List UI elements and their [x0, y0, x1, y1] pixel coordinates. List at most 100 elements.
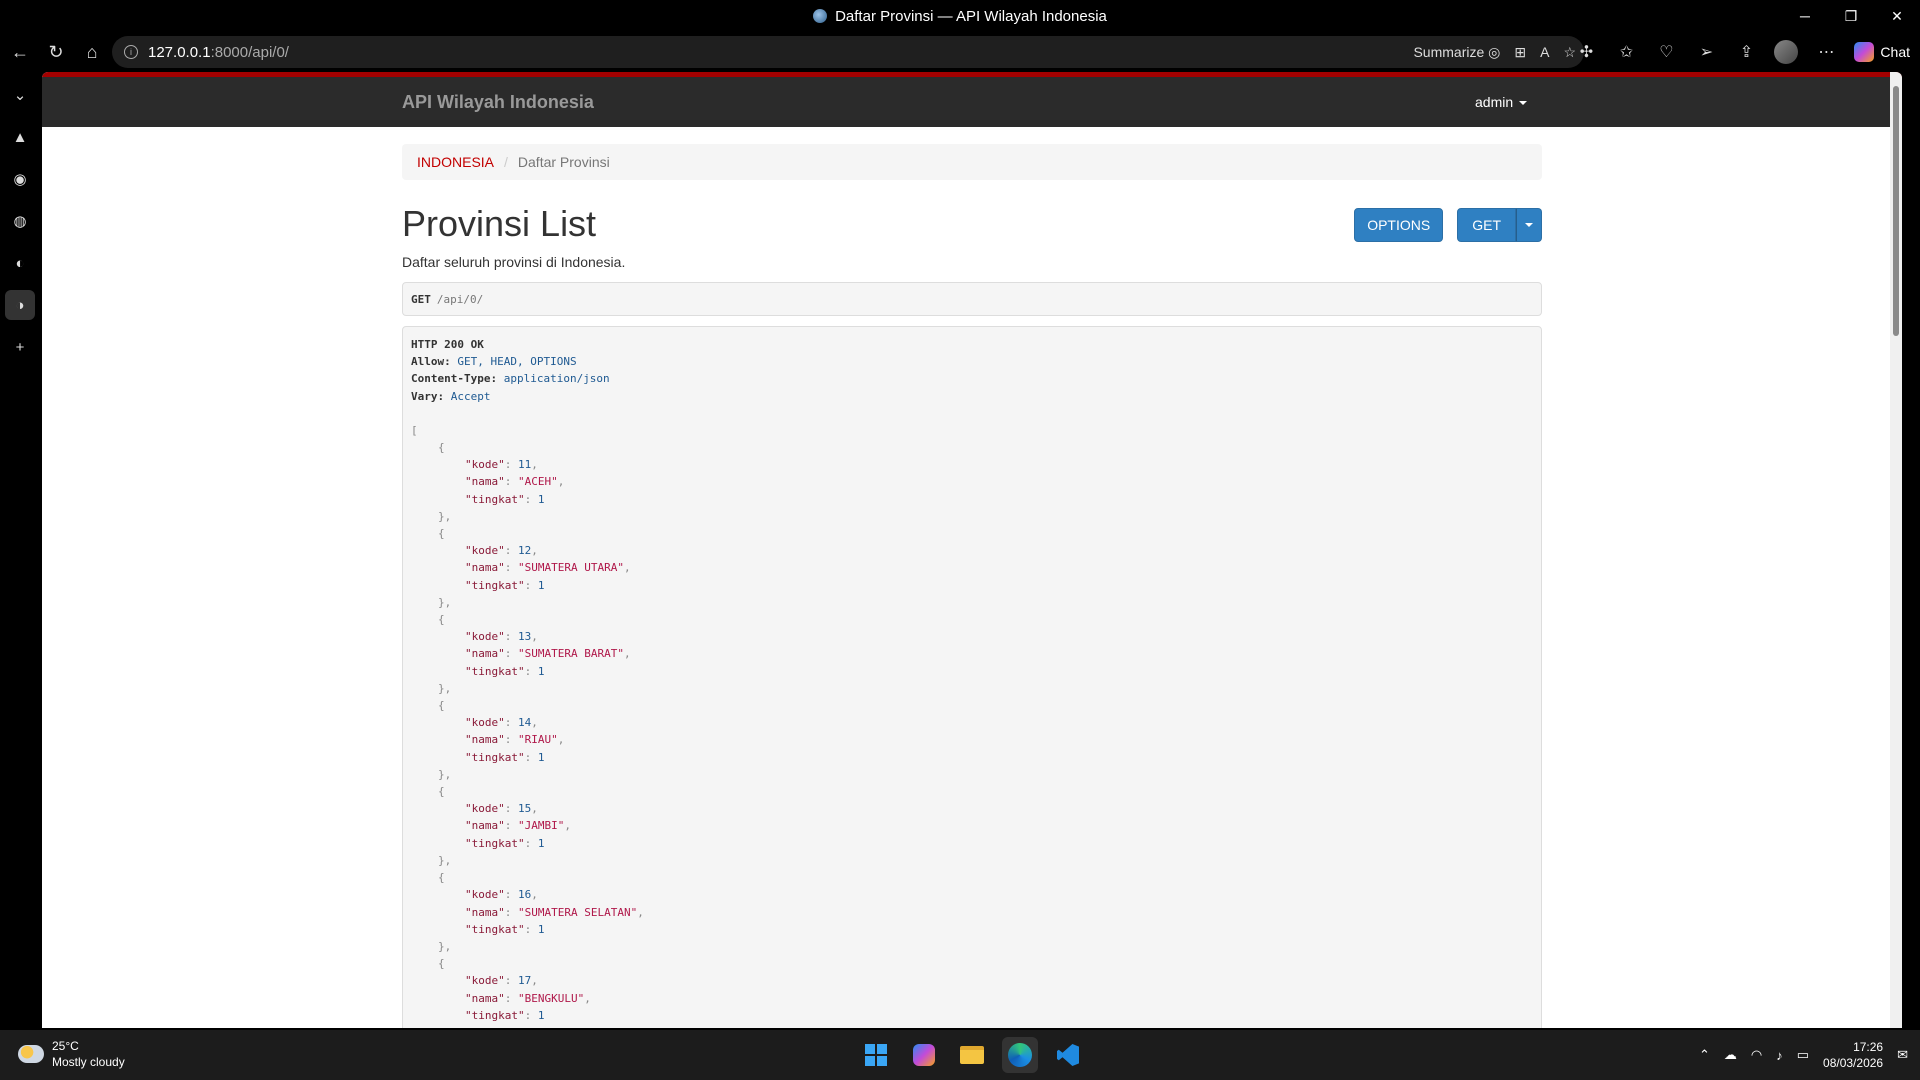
minimize-icon[interactable]: ─	[1782, 0, 1828, 32]
json-field-nama: "nama": "ACEH",	[465, 475, 565, 489]
taskbar-edge[interactable]	[1002, 1037, 1038, 1073]
weather-widget[interactable]: 25°C Mostly cloudy	[18, 1038, 125, 1070]
active-site-icon[interactable]: ◑	[5, 290, 35, 320]
home-icon[interactable]: ⌂	[74, 34, 110, 70]
taskbar-copilot[interactable]	[906, 1037, 942, 1073]
navbar-brand[interactable]: API Wilayah Indonesia	[402, 77, 594, 127]
summarize-button[interactable]: Summarize ◎	[1413, 44, 1500, 61]
extensions-icon[interactable]: ✣	[1568, 34, 1604, 70]
add-sidebar-icon[interactable]: +	[5, 332, 35, 362]
json-value: 1	[537, 836, 545, 850]
breadcrumb-root[interactable]: INDONESIA	[417, 154, 494, 170]
json-object-close: },	[438, 681, 452, 695]
json-key: "tingkat"	[465, 750, 525, 764]
copilot-chat-button[interactable]: Chat	[1854, 42, 1910, 62]
user-name: admin	[1475, 94, 1514, 110]
json-object-open: {	[438, 699, 445, 713]
globe-tab-icon[interactable]: ◐	[5, 248, 35, 278]
favorites-icon[interactable]: ✩	[1608, 34, 1644, 70]
site-info-icon[interactable]: i	[124, 45, 138, 59]
json-object-open: {	[438, 441, 445, 455]
options-button[interactable]: OPTIONS	[1354, 208, 1444, 242]
browser-sidebar: ⌄ ▲ ◉ ◍ ◐ ◑ +	[0, 72, 40, 1030]
reddit-icon[interactable]: ◍	[5, 206, 35, 236]
json-value: "JAMBI"	[518, 819, 565, 833]
drive-icon[interactable]: ▲	[5, 122, 35, 152]
json-key: "tingkat"	[465, 922, 525, 936]
github-icon[interactable]: ◉	[5, 164, 35, 194]
request-info: GET /api/0/	[402, 282, 1542, 316]
more-options-icon[interactable]: ⋯	[1808, 34, 1844, 70]
json-field-tingkat: "tingkat": 1	[465, 922, 545, 936]
volume-icon[interactable]: ♪	[1776, 1048, 1783, 1063]
browser-toolbar-right: ✣ ✩ ♡ ➢ ⇪ ⋯ Chat	[1568, 32, 1920, 72]
json-value: 12	[518, 544, 532, 558]
json-object-close: },	[438, 595, 452, 609]
json-object-open: {	[438, 785, 445, 799]
show-hidden-icons-icon[interactable]: ⌃	[1699, 1047, 1710, 1063]
json-key: "nama"	[465, 905, 505, 919]
taskbar-apps	[858, 1037, 1086, 1073]
wifi-icon[interactable]: ◠	[1751, 1047, 1762, 1063]
start-button[interactable]	[858, 1037, 894, 1073]
read-aloud-icon[interactable]: A	[1540, 44, 1549, 60]
onedrive-icon[interactable]: ☁	[1724, 1047, 1737, 1063]
page-scrollbar[interactable]	[1890, 72, 1902, 1028]
breadcrumb-separator: /	[504, 154, 508, 170]
json-value: 13	[518, 630, 532, 644]
window-titlebar: Daftar Provinsi — API Wilayah Indonesia …	[0, 0, 1920, 32]
collapse-sidebar-icon[interactable]: ⌄	[5, 80, 35, 110]
json-value: 1	[537, 664, 545, 678]
json-object-open: {	[438, 527, 445, 541]
send-icon[interactable]: ➢	[1688, 34, 1724, 70]
url-text[interactable]: 127.0.0.1:8000/api/0/	[148, 44, 289, 61]
json-field-nama: "nama": "RIAU",	[465, 733, 565, 747]
avatar-image	[1774, 40, 1799, 64]
json-value: 14	[518, 716, 532, 730]
user-menu[interactable]: admin	[1475, 77, 1528, 127]
app-available-icon[interactable]: ⊞	[1514, 44, 1526, 61]
json-field-nama: "nama": "SUMATERA BARAT",	[465, 647, 631, 661]
get-button[interactable]: GET	[1457, 208, 1516, 242]
navbar: API Wilayah Indonesia admin	[42, 77, 1902, 127]
copilot-app-icon	[913, 1044, 935, 1066]
header-name: Allow:	[411, 355, 451, 369]
back-icon[interactable]: ←	[2, 34, 38, 70]
battery-icon[interactable]: ▭	[1797, 1047, 1809, 1063]
json-object-close: },	[438, 767, 452, 781]
get-format-dropdown[interactable]	[1516, 208, 1542, 242]
request-method: GET	[411, 292, 431, 306]
share-icon[interactable]: ⇪	[1728, 34, 1764, 70]
json-field-kode: "kode": 11,	[465, 458, 538, 472]
json-key: "kode"	[465, 458, 505, 472]
profile-avatar[interactable]	[1768, 34, 1804, 70]
close-icon[interactable]: ✕	[1874, 0, 1920, 32]
browser-essentials-icon[interactable]: ♡	[1648, 34, 1684, 70]
weather-condition: Mostly cloudy	[52, 1055, 125, 1069]
response-header: Allow: GET, HEAD, OPTIONS	[411, 353, 1533, 370]
json-field-tingkat: "tingkat": 1	[465, 1008, 545, 1022]
json-field-kode: "kode": 15,	[465, 802, 538, 816]
json-value: 1	[537, 750, 545, 764]
clock[interactable]: 17:26 08/03/2026	[1823, 1039, 1883, 1071]
taskbar-vscode[interactable]	[1050, 1037, 1086, 1073]
scrollbar-thumb[interactable]	[1893, 86, 1899, 336]
json-field-kode: "kode": 17,	[465, 974, 538, 988]
address-bar[interactable]: i 127.0.0.1:8000/api/0/ Summarize ◎ ⊞ A …	[112, 36, 1584, 68]
json-field-nama: "nama": "JAMBI",	[465, 819, 571, 833]
json-key: "tingkat"	[465, 578, 525, 592]
site-favicon-icon	[813, 9, 828, 23]
header-value: Accept	[450, 389, 491, 403]
url-host: 127.0.0.1	[148, 43, 211, 61]
json-value: 1	[537, 578, 545, 592]
restore-icon[interactable]: ❐	[1828, 0, 1874, 32]
notifications-icon[interactable]: ✉	[1897, 1047, 1908, 1063]
json-key: "kode"	[465, 716, 505, 730]
url-path: :8000/api/0/	[210, 43, 289, 61]
refresh-icon[interactable]: ↻	[38, 34, 74, 70]
taskbar: 25°C Mostly cloudy ⌃ ☁ ◠ ♪ ▭ 17:26 08/03…	[0, 1030, 1920, 1080]
json-field-tingkat: "tingkat": 1	[465, 750, 545, 764]
taskbar-file-explorer[interactable]	[954, 1037, 990, 1073]
response-status: HTTP 200 OK	[411, 336, 1533, 353]
system-tray: ⌃ ☁ ◠ ♪ ▭ 17:26 08/03/2026 ✉	[1699, 1030, 1908, 1080]
